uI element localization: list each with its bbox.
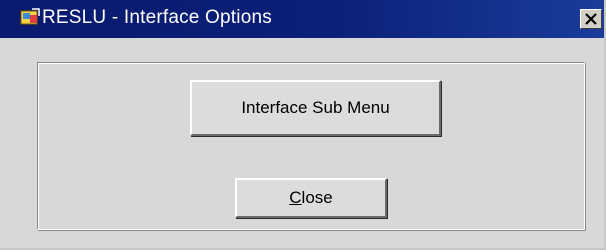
close-icon[interactable] [580, 9, 602, 29]
interface-sub-menu-button[interactable]: Interface Sub Menu [190, 80, 441, 136]
close-mnemonic: C [289, 188, 302, 207]
close-button[interactable]: Close [235, 178, 387, 218]
dialog-window: RESLU - Interface Options Interface Sub … [0, 0, 606, 250]
interface-sub-menu-label: Interface Sub Menu [241, 98, 390, 117]
close-label: lose [301, 188, 333, 207]
title-bar[interactable]: RESLU - Interface Options [0, 0, 604, 38]
app-icon[interactable] [20, 8, 40, 28]
window-title: RESLU - Interface Options [42, 7, 272, 28]
